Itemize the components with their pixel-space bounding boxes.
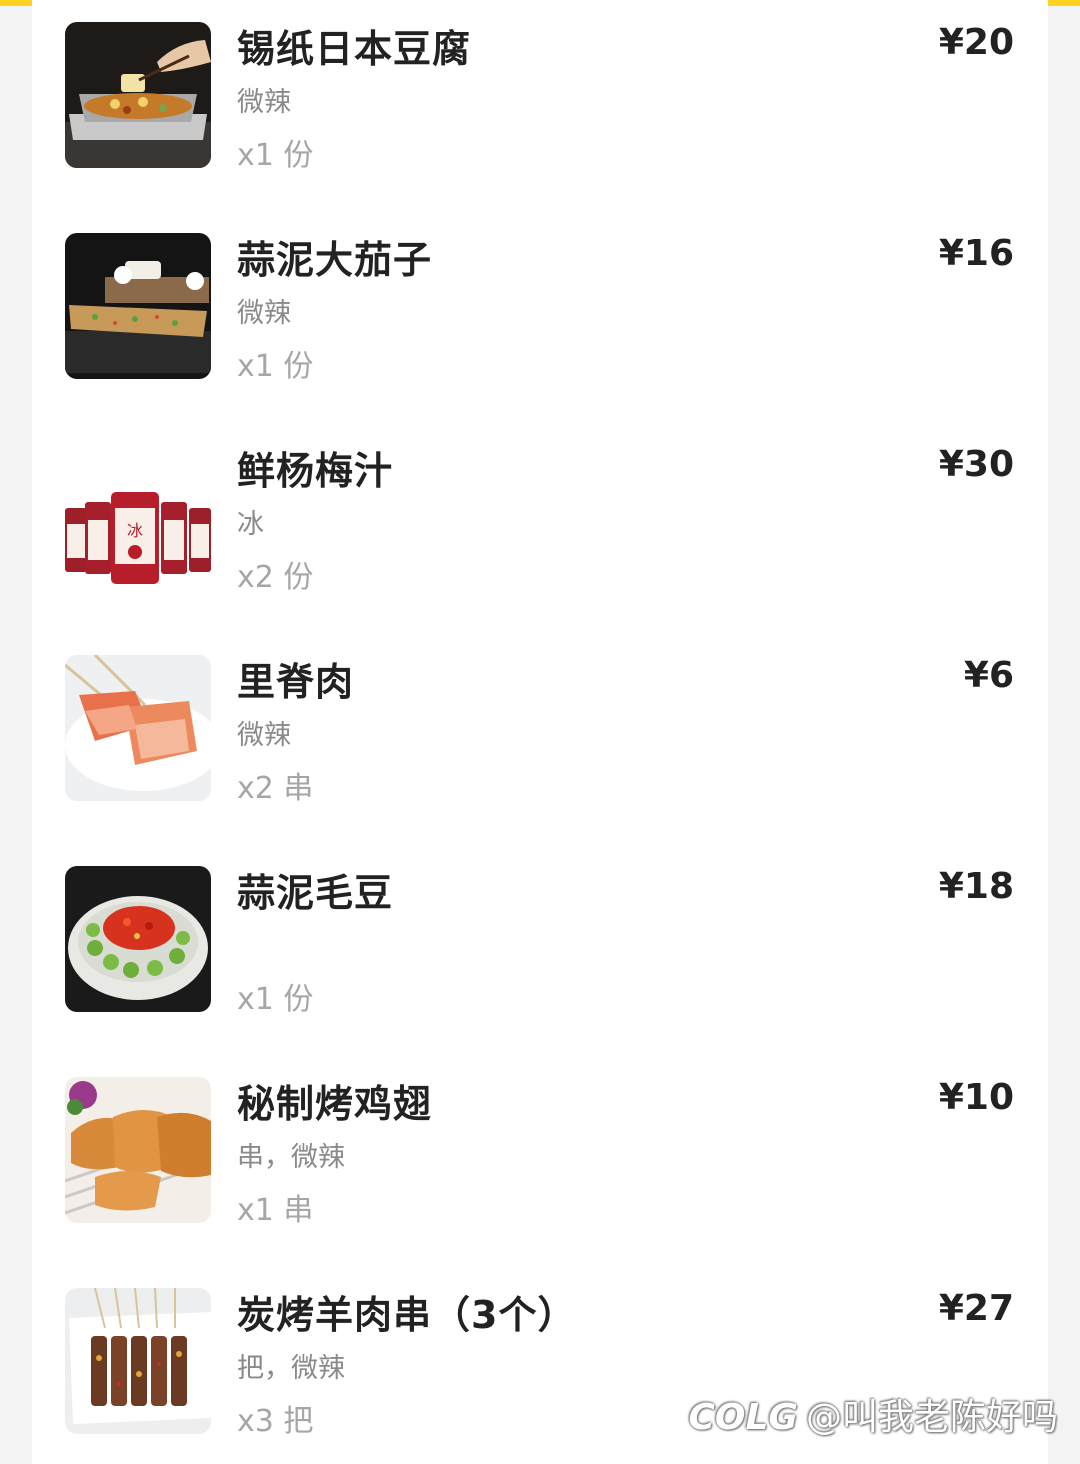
accent-bar-right	[1048, 0, 1080, 6]
item-price: ¥16	[938, 233, 1014, 274]
item-name: 鲜杨梅汁	[237, 449, 394, 493]
item-spec: 微辣	[237, 298, 291, 329]
item-name: 炭烤羊肉串（3个）	[237, 1293, 577, 1337]
item-name: 锡纸日本豆腐	[237, 27, 472, 71]
item-spec: 把，微辣	[237, 1353, 345, 1384]
item-quantity: x1 份	[237, 138, 314, 173]
order-item[interactable]: 秘制烤鸡翅 串，微辣 x1 串 ¥10	[32, 1055, 1048, 1228]
item-price: ¥27	[938, 1288, 1014, 1329]
watermark: COLG @叫我老陈好吗	[688, 1388, 1058, 1440]
grilled-chicken-wings-image	[65, 1077, 211, 1223]
item-price: ¥30	[938, 444, 1014, 485]
bayberry-juice-bottles-image: 冰	[65, 444, 211, 590]
item-price: ¥18	[938, 866, 1014, 907]
order-item[interactable]: 锡纸日本豆腐 微辣 x1 份 ¥20	[32, 0, 1048, 173]
order-item[interactable]: 里脊肉 微辣 x2 串 ¥6	[32, 633, 1048, 806]
item-name: 秘制烤鸡翅	[237, 1082, 433, 1126]
svg-text:冰: 冰	[127, 521, 143, 540]
item-spec: 冰	[237, 509, 264, 540]
order-items-card: 锡纸日本豆腐 微辣 x1 份 ¥20 蒜泥大茄子 微辣 x1 份 ¥16 冰 鲜…	[32, 0, 1048, 1464]
item-quantity: x1 份	[237, 349, 314, 384]
item-quantity: x2 份	[237, 560, 314, 595]
item-name: 蒜泥大茄子	[237, 238, 433, 282]
item-name: 蒜泥毛豆	[237, 871, 394, 915]
edamame-bowl-image	[65, 866, 211, 1012]
item-quantity: x3 把	[237, 1404, 314, 1439]
tofu-foil-tray-image	[65, 22, 211, 168]
accent-bar-left	[0, 0, 32, 6]
item-spec: 微辣	[237, 720, 291, 751]
item-price: ¥6	[963, 655, 1014, 696]
item-spec: 微辣	[237, 87, 291, 118]
watermark-logo: COLG	[688, 1397, 798, 1438]
pork-tenderloin-skewers-image	[65, 655, 211, 801]
lamb-skewers-image	[65, 1288, 211, 1434]
watermark-text: @叫我老陈好吗	[805, 1397, 1058, 1438]
item-spec: 串，微辣	[237, 1142, 345, 1173]
item-price: ¥20	[938, 22, 1014, 63]
item-quantity: x1 份	[237, 982, 314, 1017]
item-price: ¥10	[938, 1077, 1014, 1118]
item-quantity: x1 串	[237, 1193, 314, 1228]
item-name: 里脊肉	[237, 660, 355, 704]
grilled-eggplant-image	[65, 233, 211, 379]
order-item[interactable]: 冰 鲜杨梅汁 冰 x2 份 ¥30	[32, 422, 1048, 595]
order-item[interactable]: 蒜泥大茄子 微辣 x1 份 ¥16	[32, 211, 1048, 384]
order-item[interactable]: 蒜泥毛豆 x1 份 ¥18	[32, 844, 1048, 1017]
item-quantity: x2 串	[237, 771, 314, 806]
